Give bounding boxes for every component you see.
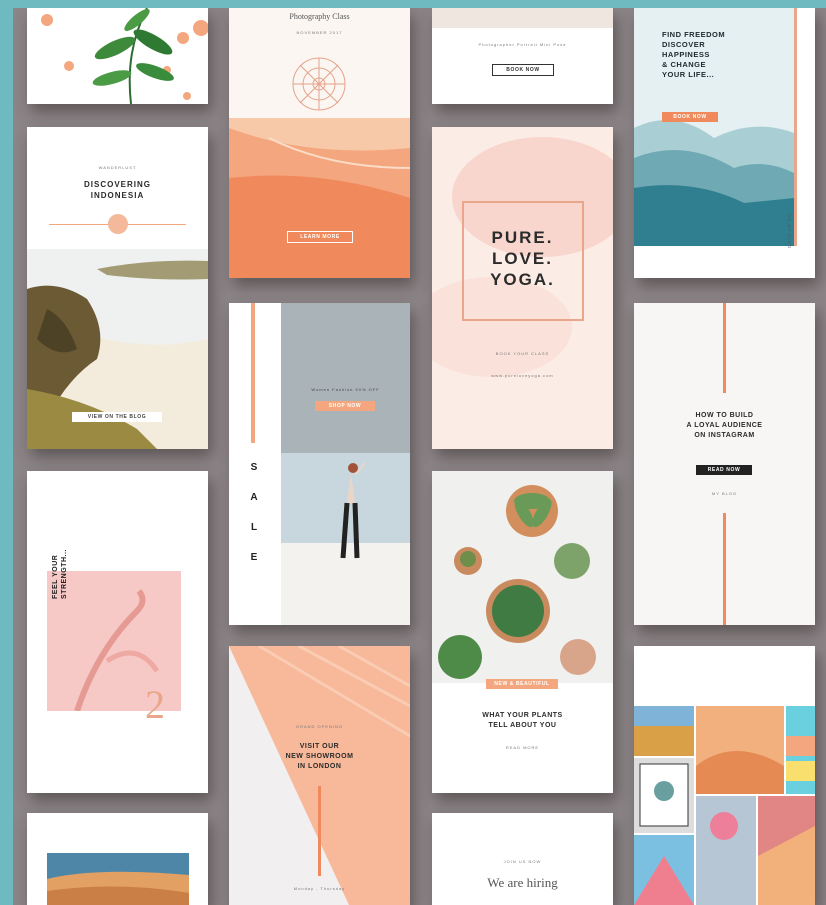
card-photo-grid[interactable] [634, 646, 815, 905]
slide-number: 2 [145, 682, 165, 727]
card-title: We are hiring [487, 875, 558, 890]
read-more-link[interactable]: READ MORE [432, 745, 613, 750]
card-title: WHAT YOUR PLANTS TELL ABOUT YOU [482, 712, 563, 729]
photo-strip [432, 8, 613, 28]
plant-leaf-icon [41, 8, 208, 104]
book-now-button[interactable]: BOOK NOW [492, 64, 554, 76]
card-title: HOW TO BUILD A LOYAL AUDIENCE ON INSTAGRAM [686, 412, 763, 439]
card-feel-strength[interactable]: FEEL YOUR STRENGTH... 2 [27, 471, 208, 793]
url[interactable]: www.pureloveyoga.com [432, 373, 613, 378]
vertical-slogan: FEEL YOUR STRENGTH... [52, 549, 68, 599]
accent-bar [251, 303, 255, 443]
book-now-button[interactable]: BOOK NOW [662, 112, 718, 122]
shop-now-button[interactable]: SHOP NOW [315, 401, 375, 411]
caption: Women Fashion 50% OFF [311, 387, 380, 392]
date: NOVEMBER 2017 [296, 30, 343, 35]
desert-photo [47, 853, 189, 905]
card-plant[interactable] [27, 8, 208, 104]
caption: Photographer Portrait Mini Pose [478, 42, 567, 47]
card-find-freedom[interactable]: FIND FREEDOM DISCOVER HAPPINESS & CHANGE YOU… [634, 8, 815, 278]
subtext: BOOK YOUR CLASS [495, 351, 550, 356]
accent-line [318, 786, 321, 876]
card-desert-bottom[interactable] [27, 813, 208, 905]
card-loyal-audience[interactable]: HOW TO BUILD A LOYAL AUDIENCE ON INSTAGRAM… [634, 303, 815, 625]
kicker: JOIN US NOW [503, 859, 542, 864]
footer-text: Monday - Thursday [293, 886, 346, 891]
card-photography-class[interactable]: Photography Class NOVEMBER 2017 LEARN MO… [229, 8, 410, 278]
accent-line-bottom [723, 513, 726, 625]
card-title: VISIT OUR NEW SHOWROOM IN LONDON [285, 743, 354, 770]
blog-button[interactable]: VIEW ON THE BLOG [72, 412, 162, 422]
card-title: DISCOVERING INDONESIA [83, 180, 151, 200]
accent-line-top [723, 303, 726, 393]
card-title: PURE. LOVE. YOGA. [490, 228, 555, 289]
card-discovering-indonesia[interactable]: WANDERLUST DISCOVERING INDONESIA VIEW ON … [27, 127, 208, 449]
circle-ornament [108, 214, 128, 234]
side-label: ON MY BLOG [787, 214, 792, 250]
headline: FIND FREEDOM DISCOVER HAPPINESS & CHANGE YOU… [662, 30, 726, 79]
card-sale[interactable]: SALE Women Fashion 50% OFF SHOP NOW [229, 303, 410, 625]
mandala-icon [292, 57, 346, 111]
subtext: MY BLOG [711, 491, 738, 496]
accent-line [794, 8, 797, 246]
photo-grid [634, 706, 815, 905]
card-portrait-mini[interactable]: Photographer Portrait Mini Pose BOOK NOW [432, 8, 613, 104]
kicker: GRAND OPENING [295, 724, 343, 729]
succulents-photo [432, 471, 613, 683]
card-pure-love-yoga[interactable]: PURE. LOVE. YOGA. BOOK YOUR CLASS www.pure… [432, 127, 613, 449]
badge: NEW & BEAUTIFUL [486, 679, 558, 689]
template-collage: WANDERLUST DISCOVERING INDONESIA VIEW ON … [13, 8, 826, 905]
kicker: WANDERLUST [98, 165, 137, 170]
beach-photo [281, 303, 410, 625]
card-hiring[interactable]: JOIN US NOW We are hiring [432, 813, 613, 905]
card-plants[interactable]: NEW & BEAUTIFUL WHAT YOUR PLANTS TELL ABO… [432, 471, 613, 793]
sale-letters: SALE [250, 462, 258, 563]
learn-more-button[interactable]: LEARN MORE [287, 231, 353, 243]
read-now-button[interactable]: READ NOW [696, 465, 752, 475]
dune-photo [229, 118, 410, 278]
card-title: Photography Class [289, 12, 350, 21]
card-showroom[interactable]: GRAND OPENING VISIT OUR NEW SHOWROOM IN LO… [229, 646, 410, 905]
